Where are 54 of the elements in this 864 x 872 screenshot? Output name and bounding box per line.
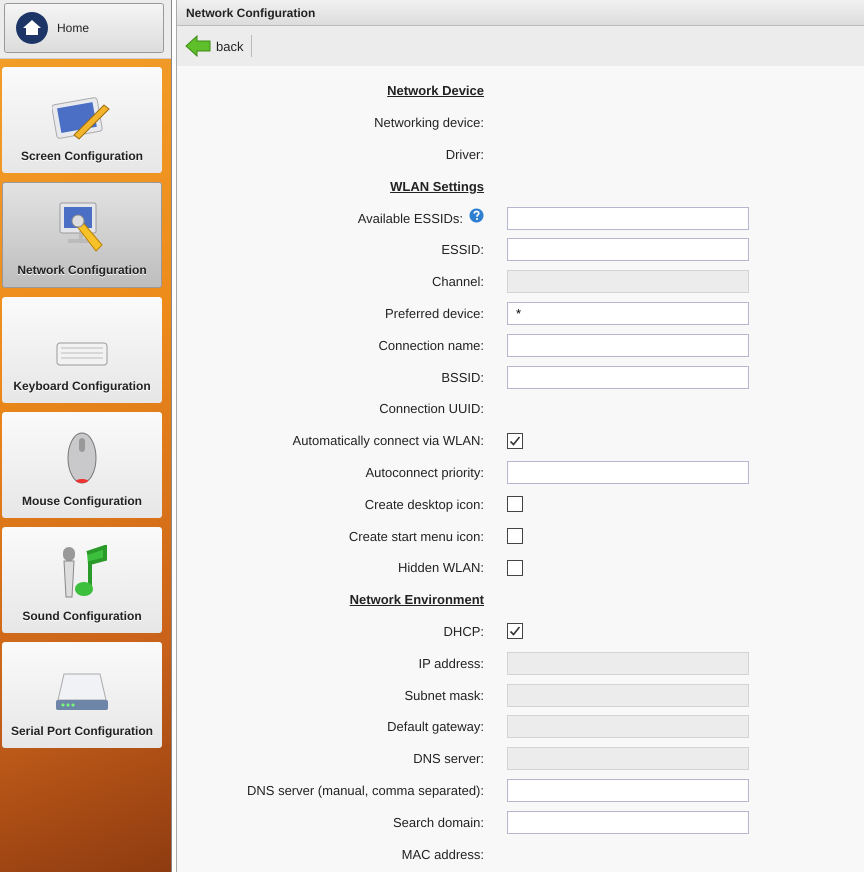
field-label: Hidden WLAN: (398, 560, 484, 576)
field-label: Preferred device: (385, 306, 484, 321)
help-icon[interactable] (469, 208, 484, 223)
field-label: Autoconnect priority: (365, 464, 484, 480)
monitor-pencil-icon (52, 95, 112, 141)
input-field[interactable] (507, 238, 749, 262)
checkbox[interactable] (507, 528, 523, 544)
sidebar-item[interactable]: Mouse Configuration (2, 412, 162, 518)
section-heading: WLAN Settings (390, 178, 484, 194)
checkbox[interactable] (507, 560, 523, 576)
check-icon (509, 625, 521, 638)
home-button[interactable]: Home (4, 3, 164, 53)
combo-field[interactable]: * (507, 302, 749, 325)
field-label: MAC address: (402, 846, 484, 862)
field-label: Create desktop icon: (364, 496, 484, 512)
field-label: ESSID: (441, 242, 484, 258)
input-field[interactable] (507, 460, 749, 484)
field-label: Subnet mask: (404, 688, 484, 703)
field-label: DHCP: (444, 624, 484, 639)
input-field[interactable] (507, 366, 749, 389)
field-label: IP address: (418, 656, 484, 671)
field-label: Networking device: (374, 115, 484, 130)
checkbox[interactable] (507, 496, 523, 512)
section-heading: Network Device (387, 83, 484, 98)
sidebar-item[interactable]: Screen Configuration (2, 67, 162, 173)
field-label: BSSID: (441, 370, 484, 385)
combo-field[interactable] (507, 206, 749, 230)
field-label: DNS server: (413, 751, 484, 766)
sidebar-item[interactable]: Serial Port Configuration (2, 642, 162, 748)
field-label: DNS server (manual, comma separated): (247, 782, 484, 798)
back-button[interactable]: back (185, 35, 252, 57)
checkbox[interactable] (507, 432, 523, 449)
check-icon (509, 434, 521, 447)
input-field[interactable] (507, 810, 749, 834)
mouse-icon (65, 430, 99, 486)
panel-title: Network Configuration (177, 0, 864, 26)
left-arrow-icon (185, 35, 211, 57)
input-field[interactable] (507, 778, 749, 802)
field-label: Search domain: (392, 814, 484, 830)
sidebar-item[interactable]: Keyboard Configuration (2, 297, 162, 403)
sidebar-item[interactable]: Sound Configuration (2, 527, 162, 633)
input-field[interactable] (507, 334, 749, 357)
home-icon (15, 11, 49, 45)
field-label: Automatically connect via WLAN: (292, 433, 484, 448)
field-label: Default gateway: (387, 719, 484, 734)
field-label: Connection UUID: (379, 401, 484, 416)
field-label: Available ESSIDs: (358, 210, 463, 226)
sidebar-item[interactable]: Network Configuration (2, 182, 162, 288)
field-label: Driver: (446, 146, 484, 162)
field-label: Connection name: (378, 338, 484, 353)
field-label: Create start menu icon: (348, 528, 484, 544)
section-heading: Network Environment (350, 592, 484, 608)
checkbox[interactable] (507, 623, 523, 640)
field-label: Channel: (432, 274, 484, 290)
